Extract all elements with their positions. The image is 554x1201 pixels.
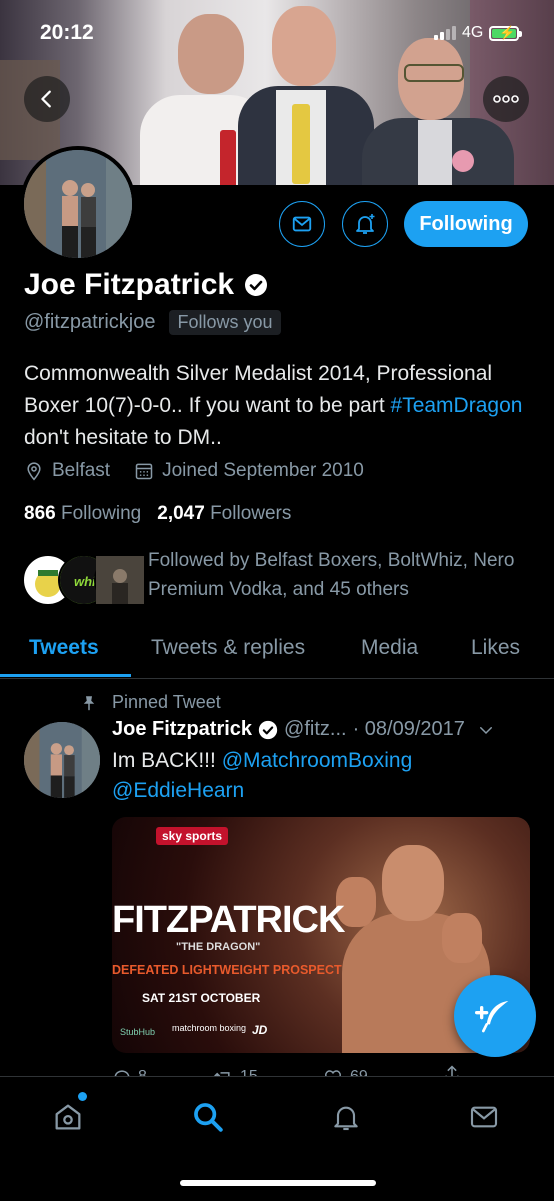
signal-icon <box>434 26 456 40</box>
tweet-author-name[interactable]: Joe Fitzpatrick <box>112 718 252 741</box>
profile-avatar[interactable] <box>20 146 136 262</box>
tab-notifications[interactable] <box>326 1097 366 1137</box>
notifications-toggle-button[interactable] <box>342 201 388 247</box>
location-pin-icon <box>27 462 41 481</box>
network-label: 4G <box>462 24 484 41</box>
tweet-date: · 08/09/2017 <box>352 718 465 740</box>
status-indicators: 4G ⚡ <box>434 22 523 44</box>
pin-icon <box>83 695 95 710</box>
mention-link[interactable]: @EddieHearn <box>112 779 244 802</box>
tab-tweets-replies[interactable]: Tweets & replies <box>151 618 305 678</box>
profile-name-row: Joe Fitzpatrick <box>24 268 268 302</box>
chevron-left-icon <box>41 90 51 108</box>
tab-messages[interactable] <box>464 1097 504 1137</box>
follows-you-badge: Follows you <box>169 310 281 335</box>
profile-joined: Joined September 2010 <box>162 460 364 481</box>
media-date: SAT 21ST OCTOBER <box>142 991 261 1005</box>
bell-plus-icon <box>356 214 375 234</box>
chevron-down-icon[interactable] <box>477 721 495 739</box>
tab-search[interactable] <box>188 1097 228 1137</box>
envelope-icon <box>292 216 312 232</box>
following-stat[interactable]: 866 Following <box>24 503 141 525</box>
tab-media[interactable]: Media <box>361 618 418 678</box>
profile-location: Belfast <box>52 460 111 481</box>
handle-row: @fitzpatrickjoe Follows you <box>24 310 281 335</box>
media-sponsor: JD <box>252 1023 268 1037</box>
message-button[interactable] <box>279 201 325 247</box>
battery-icon: ⚡ <box>489 25 523 41</box>
tweet-author-avatar[interactable] <box>24 722 100 798</box>
followers-stat[interactable]: 2,047 Followers <box>157 503 291 525</box>
media-tagline: DEFEATED LIGHTWEIGHT PROSPECT <box>112 963 342 977</box>
pinned-label: Pinned Tweet <box>112 692 221 712</box>
envelope-icon <box>470 1106 498 1128</box>
profile-stats: 866 Following 2,047 Followers <box>24 503 291 525</box>
more-options-button[interactable] <box>483 76 529 122</box>
media-title: FITZPATRICK <box>112 899 345 941</box>
media-nickname: "THE DRAGON" <box>176 941 261 953</box>
home-icon <box>55 1104 81 1130</box>
hashtag-link[interactable]: #TeamDragon <box>391 394 523 417</box>
compose-feather-icon <box>475 1001 509 1033</box>
active-tab-indicator <box>0 674 131 677</box>
followed-by-avatars[interactable]: whiz <box>22 554 146 606</box>
tweet-text: Im BACK!!! @MatchroomBoxing @EddieHearn <box>112 749 413 802</box>
profile-handle: @fitzpatrickjoe <box>24 311 156 333</box>
compose-tweet-button[interactable] <box>454 975 536 1057</box>
home-indicator <box>180 1180 376 1186</box>
followed-by-text[interactable]: Followed by Belfast Boxers, BoltWhiz, Ne… <box>148 546 528 604</box>
new-tweets-indicator-dot <box>78 1092 87 1101</box>
tab-home[interactable] <box>48 1097 88 1137</box>
following-button[interactable]: Following <box>404 201 528 247</box>
mention-link[interactable]: @MatchroomBoxing <box>222 749 413 772</box>
back-button[interactable] <box>24 76 70 122</box>
more-horizontal-icon <box>493 95 519 103</box>
avatar <box>94 554 146 606</box>
tweet-header: Joe Fitzpatrick @fitz... · 08/09/2017 <box>112 718 532 741</box>
profile-tabs: Tweets Tweets & replies Media Likes <box>0 618 554 679</box>
tab-tweets[interactable]: Tweets <box>29 618 99 678</box>
media-sponsor: StubHub <box>120 1027 156 1037</box>
search-icon <box>194 1103 223 1132</box>
bell-icon <box>334 1106 358 1131</box>
tweet-author-handle: @fitz... <box>284 718 347 740</box>
profile-bio: Commonwealth Silver Medalist 2014, Profe… <box>24 362 523 449</box>
tab-likes[interactable]: Likes <box>471 618 520 678</box>
profile-name: Joe Fitzpatrick <box>24 268 235 301</box>
media-brand: sky sports <box>156 827 229 845</box>
avatar-photo <box>24 150 132 258</box>
verified-badge-icon <box>245 274 268 296</box>
profile-meta: Belfast Joined September 2010 <box>24 460 364 482</box>
calendar-icon <box>135 463 153 480</box>
verified-badge-icon <box>258 720 278 739</box>
status-time: 20:12 <box>40 21 94 44</box>
media-sponsor: matchroom boxing <box>172 1023 247 1033</box>
pinned-label-row: Pinned Tweet <box>80 692 221 713</box>
